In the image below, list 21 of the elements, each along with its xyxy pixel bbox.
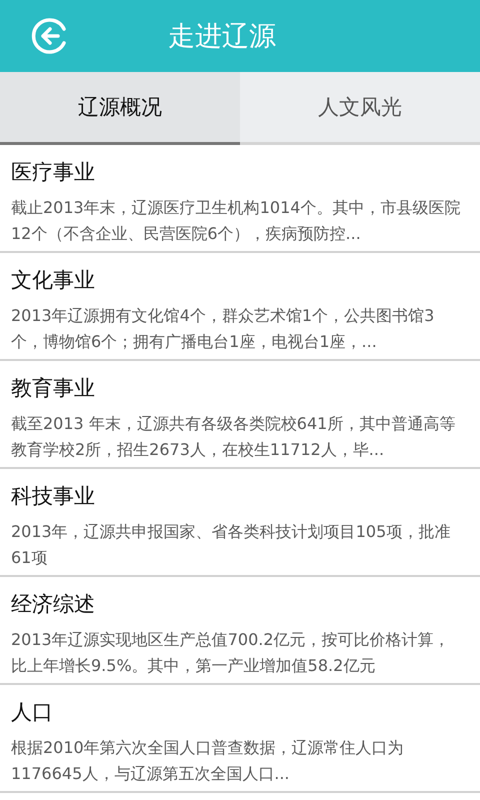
list-item[interactable]: 教育事业 截至2013 年末，辽源共有各级各类院校641所，其中普通高等教育学校2所，招生2673人，在校生11712人，毕... — [0, 361, 480, 469]
item-summary: 2013年，辽源共申报国家、省各类科技计划项目105项，批准61项 — [11, 521, 452, 569]
item-title: 教育事业 — [11, 375, 96, 402]
item-summary: 2013年辽源拥有文化馆4个，群众艺术馆1个，公共图书馆3个，博物馆6个；拥有广播电台1座，电视台1座，... — [11, 305, 436, 353]
item-title: 经济综述 — [11, 591, 96, 618]
item-title: 科技事业 — [11, 483, 96, 510]
item-summary: 根据2010年第六次全国人口普查数据，辽源常住人口为1176645人，与辽源第五次全国人口... — [11, 737, 405, 785]
list-item[interactable]: 医疗事业 截止2013年末，辽源医疗卫生机构1014个。其中，市县级医院12个（不含企业、民营医院6个），疾病预防控... — [0, 145, 480, 253]
item-summary: 截至2013 年末，辽源共有各级各类院校641所，其中普通高等教育学校2所，招生2673人，在校生11712人，毕... — [11, 413, 456, 461]
screen-title: 走进辽源 — [168, 20, 276, 54]
tab[interactable]: 辽源概况 — [0, 72, 240, 145]
list-item[interactable]: 文化事业 2013年辽源拥有文化馆4个，群众艺术馆1个，公共图书馆3个，博物馆6个；拥有广播电台1座，电视台1座，... — [0, 253, 480, 361]
list-item[interactable]: 人口 根据2010年第六次全国人口普查数据，辽源常住人口为1176645人，与辽源第五次全国人口... — [0, 685, 480, 793]
item-title: 文化事业 — [11, 267, 96, 294]
item-summary: 截止2013年末，辽源医疗卫生机构1014个。其中，市县级医院12个（不含企业、民营医院6个），疾病预防控... — [11, 197, 462, 245]
item-summary: 2013年辽源实现地区生产总值700.2亿元，按可比价格计算，比上年增长9.5%。其中，第一产业增加值58.2亿元 — [11, 629, 451, 677]
list-item[interactable]: 科技事业 2013年，辽源共申报国家、省各类科技计划项目105项，批准61项 — [0, 469, 480, 577]
list-item[interactable]: 经济综述 2013年辽源实现地区生产总值700.2亿元，按可比价格计算，比上年增长9.5%。其中，第一产业增加值58.2亿元 — [0, 577, 480, 685]
item-title: 医疗事业 — [11, 159, 96, 186]
tab[interactable]: 人文风光 — [240, 72, 480, 145]
item-title: 人口 — [11, 699, 54, 726]
